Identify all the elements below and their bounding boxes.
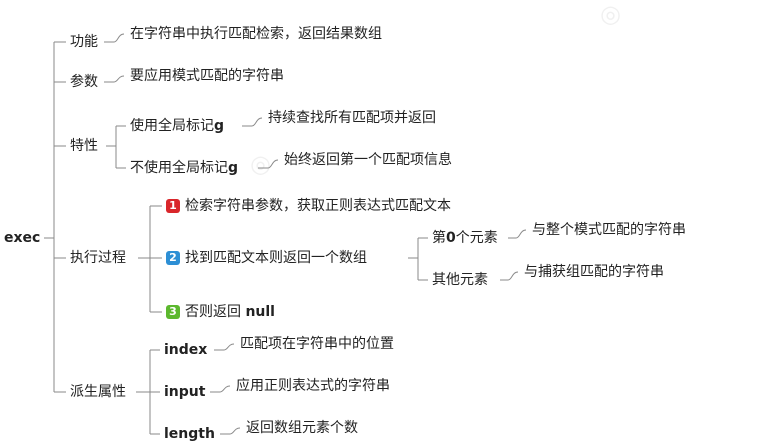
feature-nonglobal-flag: g bbox=[228, 160, 239, 176]
prop-index: index bbox=[164, 342, 208, 358]
first-element-prefix: 第 bbox=[432, 230, 446, 246]
prop-length-desc: 返回数组元素个数 bbox=[246, 420, 358, 436]
prop-length: length bbox=[164, 426, 215, 442]
root-node-exec: exec bbox=[4, 230, 41, 246]
branch-function-label: 功能 bbox=[70, 34, 98, 50]
step-3-null: null bbox=[245, 304, 275, 320]
branch-params-desc: 要应用模式匹配的字符串 bbox=[130, 68, 284, 84]
step-2-text: 找到匹配文本则返回一个数组 bbox=[185, 250, 367, 266]
result-first-desc: 与整个模式匹配的字符串 bbox=[532, 222, 686, 238]
result-first-element: 第0个元素 bbox=[432, 229, 498, 247]
first-element-suffix: 个元素 bbox=[455, 230, 498, 246]
prop-input: input bbox=[164, 384, 206, 400]
process-step-3: 3 否则返回 null bbox=[166, 303, 275, 321]
step-1-badge: 1 bbox=[166, 199, 180, 213]
branch-function-desc: 在字符串中执行匹配检索，返回结果数组 bbox=[130, 26, 382, 42]
prop-index-desc: 匹配项在字符串中的位置 bbox=[240, 336, 394, 352]
feature-nonglobal-desc: 始终返回第一个匹配项信息 bbox=[284, 152, 452, 168]
feature-global-flag: g bbox=[214, 118, 225, 134]
branch-params-label: 参数 bbox=[70, 74, 98, 90]
step-3-badge: 3 bbox=[166, 305, 180, 319]
result-other-elements: 其他元素 bbox=[432, 272, 488, 288]
feature-global: 使用全局标记g bbox=[130, 117, 224, 135]
branch-features-label: 特性 bbox=[70, 138, 98, 154]
step-3-text: 否则返回 bbox=[185, 304, 241, 320]
feature-nonglobal-label: 不使用全局标记 bbox=[130, 160, 228, 176]
process-step-2: 2 找到匹配文本则返回一个数组 bbox=[166, 249, 367, 267]
watermark-top-right: ◎ bbox=[600, 0, 621, 28]
branch-process-label: 执行过程 bbox=[70, 250, 126, 266]
prop-input-desc: 应用正则表达式的字符串 bbox=[236, 378, 390, 394]
first-element-num: 0 bbox=[446, 230, 456, 246]
step-2-badge: 2 bbox=[166, 251, 180, 265]
step-1-text: 检索字符串参数，获取正则表达式匹配文本 bbox=[185, 198, 451, 214]
branch-derived-label: 派生属性 bbox=[70, 384, 126, 400]
feature-global-desc: 持续查找所有匹配项并返回 bbox=[268, 110, 436, 126]
result-other-desc: 与捕获组匹配的字符串 bbox=[524, 264, 664, 280]
feature-nonglobal: 不使用全局标记g bbox=[130, 159, 238, 177]
process-step-1: 1 检索字符串参数，获取正则表达式匹配文本 bbox=[166, 197, 451, 215]
watermark-middle: ◎ bbox=[250, 150, 271, 178]
feature-global-label: 使用全局标记 bbox=[130, 118, 214, 134]
